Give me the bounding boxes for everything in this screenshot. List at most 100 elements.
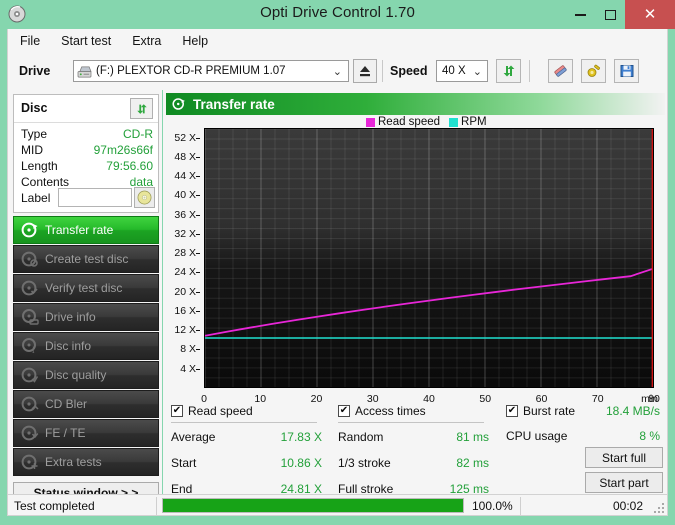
- sidebar-item-cd-bler[interactable]: CD Bler: [13, 390, 159, 418]
- start-part-button[interactable]: Start part: [585, 472, 663, 493]
- cd-disc-icon: [137, 190, 152, 205]
- tools-button[interactable]: [581, 59, 606, 83]
- sidebar-label-fe-te: FE / TE: [45, 426, 86, 440]
- drive-select[interactable]: (F:) PLEXTOR CD-R PREMIUM 1.07 ⌄: [73, 60, 349, 82]
- y-axis-tick-mark: [196, 137, 200, 139]
- stat-key-random: Random: [338, 430, 384, 444]
- y-axis-tick-label: 28 X: [174, 247, 196, 260]
- stat-key-start: Start: [171, 456, 197, 470]
- maximize-button[interactable]: [596, 0, 625, 29]
- y-axis-tick-label: 52 X: [174, 131, 196, 144]
- stat-key-third-stroke: 1/3 stroke: [338, 456, 391, 470]
- main-panel: Transfer rate Read speed RPM 4 X 8 X 12 X 1…: [163, 90, 668, 496]
- disc-key-length: Length: [21, 159, 58, 173]
- grip-dot: [662, 511, 664, 513]
- toolbar-separator-2: [529, 60, 530, 82]
- resize-grip[interactable]: [652, 501, 664, 513]
- title-bar: Opti Drive Control 1.70 ✕: [0, 0, 675, 29]
- y-axis-tick-mark: [196, 291, 200, 293]
- legend-label-rpm: RPM: [461, 116, 487, 128]
- y-axis-tick-mark: [196, 214, 200, 216]
- menu-bar: File Start test Extra Help: [7, 29, 668, 52]
- label-input[interactable]: [58, 188, 132, 207]
- sidebar-label-drive-info: Drive info: [45, 310, 96, 324]
- stat-value-random: 81 ms: [456, 430, 489, 444]
- read-speed-header: ✔ Read speed: [171, 402, 326, 419]
- stats-burst-rate: ✔ Burst rate 18.4 MB/s CPU usage 8 % Sta…: [506, 402, 664, 493]
- sidebar-item-drive-info[interactable]: Drive info: [13, 303, 159, 331]
- speed-select[interactable]: 40 X ⌄: [436, 60, 488, 82]
- disc-panel-divider: [14, 122, 158, 123]
- chevron-down-icon: ⌄: [332, 66, 342, 78]
- sidebar-label-cd-bler: CD Bler: [45, 397, 88, 411]
- legend-label-read-speed: Read speed: [378, 116, 441, 128]
- sidebar-item-disc-quality[interactable]: Disc quality: [13, 361, 159, 389]
- y-axis-tick-label: 32 X: [174, 227, 196, 240]
- y-axis-tick-mark: [196, 349, 200, 351]
- status-divider-2: [520, 497, 521, 515]
- stat-key-cpu-usage: CPU usage: [506, 429, 568, 443]
- plot-canvas[interactable]: [204, 128, 654, 388]
- erase-button[interactable]: [548, 59, 573, 83]
- y-axis-tick-label: 4 X: [180, 362, 196, 375]
- burst-rate-checkbox[interactable]: ✔: [506, 404, 518, 417]
- disc-play-icon: [21, 222, 38, 238]
- stats-panel: ✔ Read speed Average 17.83 X Start 10.86…: [166, 402, 665, 496]
- drive-toolbar: Drive (F:) PLEXTOR CD-R PREMIUM 1.07 ⌄ S…: [7, 52, 668, 90]
- save-button[interactable]: [614, 59, 639, 83]
- disc-extra-icon: [21, 454, 38, 470]
- chart-legend: Read speed RPM: [366, 116, 496, 128]
- menu-item-start-test[interactable]: Start test: [52, 32, 120, 50]
- sidebar-item-fe-te[interactable]: FE / TE: [13, 419, 159, 447]
- stat-row-start: Start 10.86 X: [171, 453, 326, 474]
- sidebar-label-disc-info: Disc info: [45, 339, 92, 353]
- refresh-button[interactable]: [496, 59, 521, 83]
- eraser-icon: [554, 65, 567, 77]
- sidebar: Disc Type CD-R MID 97m26s66f Length 79:5…: [7, 90, 162, 503]
- sidebar-item-disc-info[interactable]: i Disc info: [13, 332, 159, 360]
- eject-icon: [360, 66, 370, 77]
- toolbar-separator: [382, 60, 383, 82]
- floppy-save-icon: [620, 65, 633, 77]
- refresh-arrows-icon: [503, 65, 514, 77]
- minimize-button[interactable]: [566, 0, 595, 29]
- sidebar-item-verify-test-disc[interactable]: Verify test disc: [13, 274, 159, 302]
- disc-row-type: Type CD-R: [21, 127, 153, 143]
- stat-value-third-stroke: 82 ms: [456, 456, 489, 470]
- disc-key-label: Label: [21, 191, 51, 205]
- start-full-button[interactable]: Start full: [585, 447, 663, 468]
- disc-quality-icon: [21, 367, 39, 383]
- stat-row-average: Average 17.83 X: [171, 427, 326, 448]
- read-speed-checkbox[interactable]: ✔: [171, 404, 183, 417]
- read-speed-label: Read speed: [188, 403, 253, 418]
- stats-access-times: ✔ Access times Random 81 ms 1/3 stroke 8…: [338, 402, 493, 500]
- drive-icon: [77, 65, 92, 77]
- menu-item-file[interactable]: File: [11, 32, 49, 50]
- stat-value-cpu-usage: 8 %: [639, 429, 660, 443]
- divider: [338, 422, 484, 423]
- grip-dot: [662, 507, 664, 509]
- stat-row-third-stroke: 1/3 stroke 82 ms: [338, 453, 493, 474]
- label-disc-button[interactable]: [134, 187, 155, 208]
- plot-series: [205, 129, 653, 387]
- close-button[interactable]: ✕: [625, 0, 675, 29]
- y-axis-tick-mark: [196, 253, 200, 255]
- disc-refresh-button[interactable]: [130, 98, 153, 119]
- tools-icon: [587, 64, 600, 77]
- disc-value-type: CD-R: [123, 127, 153, 141]
- grip-dot: [654, 511, 656, 513]
- refresh-arrows-icon: [136, 103, 147, 114]
- access-times-checkbox[interactable]: ✔: [338, 404, 350, 417]
- sidebar-item-transfer-rate[interactable]: Transfer rate: [13, 216, 159, 244]
- minimize-icon: [575, 13, 586, 16]
- eject-button[interactable]: [353, 59, 377, 83]
- burst-rate-label: Burst rate: [523, 403, 576, 418]
- menu-item-help[interactable]: Help: [173, 32, 217, 50]
- sidebar-item-extra-tests[interactable]: Extra tests: [13, 448, 159, 476]
- y-axis-tick-mark: [196, 368, 200, 370]
- grip-dot: [658, 511, 660, 513]
- y-axis-tick-label: 36 X: [174, 208, 196, 221]
- sidebar-item-create-test-disc[interactable]: Create test disc: [13, 245, 159, 273]
- menu-item-extra[interactable]: Extra: [123, 32, 170, 50]
- sidebar-label-transfer-rate: Transfer rate: [45, 223, 114, 237]
